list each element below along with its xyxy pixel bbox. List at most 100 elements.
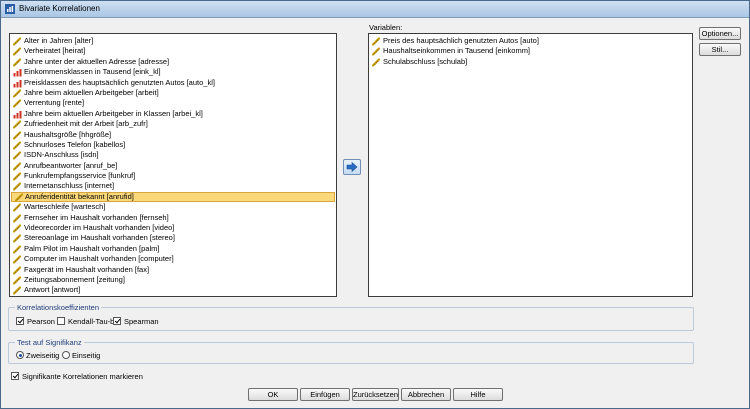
scale-icon (13, 172, 22, 181)
list-item[interactable]: Zeitungsabonnement [zeitung] (10, 275, 336, 285)
two-tailed-label: Zweiseitig (26, 351, 60, 360)
help-button[interactable]: Hilfe (453, 388, 503, 401)
list-item[interactable]: Antwort [antwort] (10, 285, 336, 295)
list-item[interactable]: Stereoanlage im Haushalt vorhanden [ster… (10, 233, 336, 244)
list-item-label: Funkrufempfangsservice [funkruf] (24, 171, 136, 181)
move-variable-button[interactable] (343, 159, 361, 175)
options-button[interactable]: Optionen... (699, 27, 741, 40)
list-item[interactable]: Haushaltsgröße [hhgröße] (10, 130, 336, 140)
target-variable-list[interactable]: Preis des hauptsächlich genutzten Autos … (368, 33, 693, 297)
list-item-label: Internetanschluss [internet] (24, 181, 115, 191)
source-variable-list[interactable]: Alter in Jahren [alter] Verheiratet [heir… (9, 33, 337, 297)
list-item[interactable]: Computer im Haushalt vorhanden [computer… (10, 254, 336, 264)
list-item[interactable]: Warteschleife [wartesch] (10, 202, 336, 212)
list-item[interactable]: Zufriedenheit mit der Arbeit [arb_zufr] (10, 119, 336, 129)
reset-button[interactable]: Zurücksetzen (352, 388, 399, 401)
arrow-right-icon (346, 161, 358, 173)
list-item[interactable]: Einkommensklassen in Tausend [eink_kl] (10, 67, 336, 77)
style-button[interactable]: Stil... (699, 43, 741, 56)
list-item-label: Warteschleife [wartesch] (24, 202, 106, 212)
list-item-label: Anruferidentität bekannt [anrufid] (25, 191, 134, 201)
list-item[interactable]: Fernseher im Haushalt vorhanden [fernseh… (10, 213, 336, 223)
scale-icon (372, 37, 381, 46)
spearman-label: Spearman (124, 317, 159, 326)
list-item[interactable]: Faxgerät im Haushalt vorhanden [fax] (10, 265, 336, 275)
scale-icon (13, 37, 22, 46)
list-item-label: Alter in Jahren [alter] (24, 36, 94, 45)
list-item-label: Anrufbeantworter [anruf_be] (24, 160, 118, 170)
list-item-label: Antwort [antwort] (24, 285, 81, 295)
scale-icon (13, 245, 22, 254)
list-item[interactable]: Videorecorder im Haushalt vorhanden [vid… (10, 223, 336, 233)
scale-icon (13, 58, 22, 67)
list-item-label: ISDN-Anschluss [isdn] (24, 150, 99, 160)
list-item[interactable]: Funkrufempfangsservice [funkruf] (10, 171, 336, 181)
correlation-coefficients-group: Korrelationskoeffizienten Pearson Kendal… (8, 303, 694, 331)
list-item-label: Faxgerät im Haushalt vorhanden [fax] (24, 264, 150, 274)
list-item[interactable]: Verheiratet [heirat] (10, 46, 336, 56)
list-item[interactable]: Alter in Jahren [alter] (10, 36, 336, 46)
app-icon (5, 4, 15, 14)
ordinal-icon (13, 110, 22, 119)
scale-icon (13, 99, 22, 108)
list-item-label: Jahre beim aktuellen Arbeitgeber [arbeit… (24, 87, 159, 97)
list-item[interactable]: Jahre unter der aktuellen Adresse [adres… (10, 57, 336, 67)
scale-icon (13, 162, 22, 171)
one-tailed-radio[interactable] (62, 351, 70, 359)
scale-icon (13, 203, 22, 212)
list-item[interactable]: Schnurloses Telefon [kabellos] (10, 140, 336, 150)
list-item-label: Haushaltsgröße [hhgröße] (24, 129, 112, 139)
spearman-checkbox[interactable] (113, 317, 121, 325)
significance-test-group: Test auf Signifikanz Zweiseitig Einseiti… (8, 338, 694, 364)
scale-icon (13, 141, 22, 150)
list-item-label: Preisklassen des hauptsächlich genutzten… (24, 77, 215, 87)
kendall-checkbox[interactable] (57, 317, 65, 325)
list-item[interactable]: Preis des hauptsächlich genutzten Autos … (369, 36, 692, 46)
list-item-label: Verheiratet [heirat] (24, 46, 86, 56)
kendall-label: Kendall-Tau-b (68, 317, 115, 326)
list-item[interactable]: Schulabschluss [schulab] (369, 57, 692, 67)
list-item[interactable]: Jahre beim aktuellen Arbeitgeber in Klas… (10, 109, 336, 119)
variables-label: Variablen: (369, 23, 403, 32)
pearson-checkbox[interactable] (16, 317, 24, 325)
ok-button[interactable]: OK (248, 388, 298, 401)
list-item[interactable]: Verrentung [rente] (10, 98, 336, 108)
cancel-button[interactable]: Abbrechen (401, 388, 451, 401)
scale-icon (13, 234, 22, 244)
one-tailed-label: Einseitig (72, 351, 101, 360)
list-item-label: Jahre beim aktuellen Arbeitgeber in Klas… (24, 108, 203, 118)
scale-icon (13, 89, 22, 98)
list-item-label: Preis des hauptsächlich genutzten Autos … (383, 36, 539, 45)
title-bar[interactable]: Bivariate Korrelationen (1, 1, 749, 18)
list-item[interactable]: Haushaltseinkommen in Tausend [einkomm] (369, 46, 692, 56)
list-item[interactable]: Jahre beim aktuellen Arbeitgeber [arbeit… (10, 88, 336, 98)
list-item-label: Einkommensklassen in Tausend [eink_kl] (24, 67, 161, 77)
list-item[interactable]: Anrufbeantworter [anruf_be] (10, 161, 336, 171)
scale-icon (13, 47, 22, 56)
list-item-label: Stereoanlage im Haushalt vorhanden [ster… (24, 233, 175, 243)
list-item-label: Palm Pilot im Haushalt vorhanden [palm] (24, 243, 160, 253)
flag-significant-checkbox[interactable] (11, 372, 19, 380)
scale-icon (15, 193, 24, 202)
scale-icon (13, 265, 22, 275)
ordinal-icon (13, 79, 22, 88)
paste-button[interactable]: Einfügen (300, 388, 350, 401)
list-item[interactable]: Internetanschluss [internet] (10, 181, 336, 192)
scale-icon (13, 286, 22, 295)
dialog-content: Alter in Jahren [alter] Verheiratet [heir… (1, 18, 749, 408)
list-item-label: Videorecorder im Haushalt vorhanden [vid… (24, 223, 175, 233)
list-item-label: Computer im Haushalt vorhanden [computer… (24, 254, 174, 264)
list-item[interactable]: Anruferidentität bekannt [anrufid] (11, 191, 335, 203)
list-item[interactable]: Palm Pilot im Haushalt vorhanden [palm] (10, 244, 336, 254)
list-item[interactable]: Preisklassen des hauptsächlich genutzten… (10, 78, 336, 88)
list-item-label: Schnurloses Telefon [kabellos] (24, 139, 126, 149)
scale-icon (13, 151, 22, 160)
list-item-label: Verrentung [rente] (24, 98, 85, 108)
two-tailed-radio[interactable] (16, 351, 24, 359)
scale-icon (13, 276, 22, 285)
list-item-label: Zufriedenheit mit der Arbeit [arb_zufr] (24, 119, 148, 129)
scale-icon (372, 58, 381, 67)
list-item[interactable]: ISDN-Anschluss [isdn] (10, 150, 336, 160)
list-item-label: Zeitungsabonnement [zeitung] (24, 274, 125, 284)
significance-title: Test auf Signifikanz (15, 338, 84, 347)
